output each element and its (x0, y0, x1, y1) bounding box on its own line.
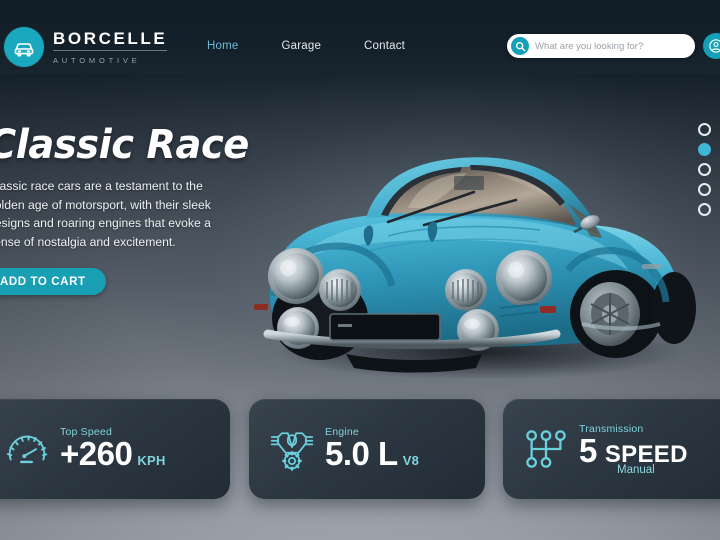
hero-section: Classic Race Classic race cars are a tes… (0, 122, 256, 296)
nav-item-garage[interactable]: Garage (281, 40, 321, 52)
spec-card-top-speed[interactable]: Top Speed +260 KPH (0, 399, 230, 499)
landing-page: BORCELLE AUTOMOTIVE Home Garage Contact (0, 0, 720, 540)
search-input[interactable] (535, 40, 685, 52)
hero-car-image (238, 118, 708, 378)
speedometer-icon (0, 426, 56, 472)
spec-cards: Top Speed +260 KPH Engine 5.0 L V8 Trans… (0, 399, 720, 501)
carousel-dot-3[interactable] (698, 163, 711, 176)
nav-item-contact[interactable]: Contact (364, 40, 405, 52)
brand-divider (53, 50, 168, 52)
carousel-dot-5[interactable] (698, 203, 711, 216)
add-to-cart-button[interactable]: ADD TO CART (0, 268, 106, 296)
spec-card-engine[interactable]: Engine 5.0 L V8 (249, 399, 485, 499)
spec-sub-transmission: Manual (617, 463, 655, 476)
main-navigation: Home Garage Contact (207, 40, 405, 52)
carousel-pagination (698, 123, 711, 216)
brand-subtitle: AUTOMOTIVE (53, 56, 141, 66)
carousel-dot-1[interactable] (698, 123, 711, 136)
user-account-icon[interactable] (703, 33, 720, 59)
brand-name: BORCELLE (53, 29, 168, 49)
site-header: BORCELLE AUTOMOTIVE Home Garage Contact (0, 0, 720, 74)
carousel-dot-4[interactable] (698, 183, 711, 196)
spec-value-transmission: 5 (579, 431, 597, 469)
car-icon (4, 27, 44, 67)
search-icon[interactable] (511, 37, 529, 55)
brand-logo[interactable]: BORCELLE AUTOMOTIVE (4, 27, 168, 67)
page-title: Classic Race (0, 122, 249, 168)
search-bar[interactable] (507, 34, 695, 58)
gear-shifter-icon (517, 426, 575, 472)
spec-unit-engine: V8 (402, 453, 420, 469)
spec-card-transmission[interactable]: Transmission 5 SPEED Manual (503, 399, 720, 499)
engine-icon (263, 425, 321, 473)
hero-description: Classic race cars are a testament to the… (0, 179, 211, 249)
nav-item-home[interactable]: Home (207, 40, 238, 52)
spec-value-top-speed: +260 (60, 435, 133, 473)
spec-unit-top-speed: KPH (137, 453, 166, 469)
spec-value-engine: 5.0 L (325, 435, 398, 473)
carousel-dot-2[interactable] (698, 143, 711, 156)
